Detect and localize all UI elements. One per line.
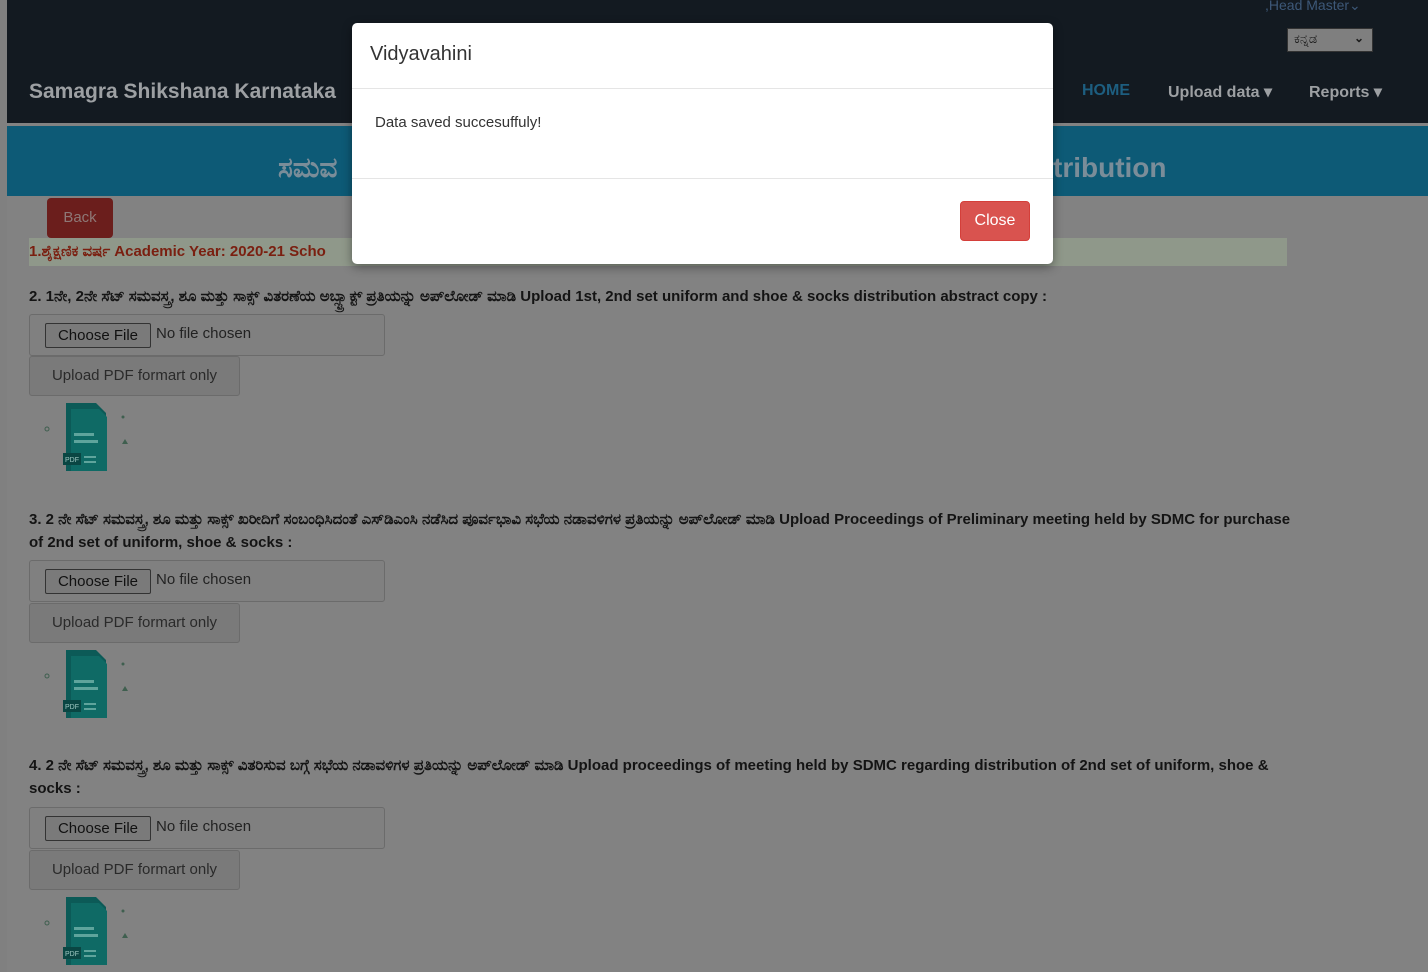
back-button[interactable]: Back	[47, 198, 113, 238]
pdf-document-icon: PDF	[44, 403, 128, 471]
modal-message: Data saved succesuffuly!	[375, 114, 542, 131]
svg-text:PDF: PDF	[65, 704, 79, 711]
success-modal: Vidyavahini Data saved succesuffuly! Clo…	[352, 23, 1053, 264]
close-button[interactable]: Close	[960, 201, 1030, 241]
nav-upload-data[interactable]: Upload data ▾	[1168, 82, 1309, 102]
banner-title-left: ಸಮವ	[278, 152, 338, 183]
upload-section-abstract: 2. 1ನೇ, 2ನೇ ಸೆಟ್ ಸಮವಸ್ತ್ರ, ಶೂ ಮತ್ತು ಸಾಕ್…	[29, 285, 1299, 471]
svg-text:PDF: PDF	[65, 457, 79, 464]
upload-pdf-button[interactable]: Upload PDF formart only	[29, 603, 240, 643]
modal-title: Vidyavahini	[370, 43, 472, 65]
modal-body: Data saved succesuffuly!	[352, 89, 1053, 179]
modal-footer: Close	[352, 179, 1053, 263]
choose-file-button[interactable]: Choose File	[45, 816, 151, 841]
file-input[interactable]: Choose File No file chosen	[29, 807, 385, 849]
pdf-document-icon: PDF	[44, 897, 128, 965]
file-status: No file chosen	[156, 325, 252, 342]
nav-home[interactable]: HOME	[1082, 82, 1168, 102]
brand-title[interactable]: Samagra Shikshana Karnataka	[29, 80, 336, 104]
upload-pdf-button[interactable]: Upload PDF formart only	[29, 850, 240, 890]
banner-title-right: tribution	[1053, 152, 1167, 183]
upload-section-preliminary-meeting: 3. 2 ನೇ ಸೆಟ್ ಸಮವಸ್ತ್ರ, ಶೂ ಮತ್ತು ಸಾಕ್ಸ್ ಖ…	[29, 508, 1299, 718]
modal-header: Vidyavahini	[352, 23, 1053, 89]
language-select[interactable]: ಕನ್ನಡ ⌄	[1287, 28, 1373, 52]
choose-file-button[interactable]: Choose File	[45, 569, 151, 594]
section-question: 2. 1ನೇ, 2ನೇ ಸೆಟ್ ಸಮವಸ್ತ್ರ, ಶೂ ಮತ್ತು ಸಾಕ್…	[29, 288, 1048, 305]
nav-reports[interactable]: Reports ▾	[1309, 82, 1382, 102]
upload-section-distribution-meeting: 4. 2 ನೇ ಸೆಟ್ ಸಮವಸ್ತ್ರ, ಶೂ ಮತ್ತು ಸಾಕ್ಸ್ ವ…	[29, 754, 1299, 965]
pdf-document-icon: PDF	[44, 650, 128, 718]
choose-file-button[interactable]: Choose File	[45, 323, 151, 348]
file-status: No file chosen	[156, 571, 252, 588]
file-input[interactable]: Choose File No file chosen	[29, 314, 385, 356]
upload-pdf-button[interactable]: Upload PDF formart only	[29, 356, 240, 396]
chevron-down-icon: ⌄	[1353, 31, 1364, 45]
file-input[interactable]: Choose File No file chosen	[29, 560, 385, 602]
file-status: No file chosen	[156, 818, 252, 835]
section-question: 4. 2 ನೇ ಸೆಟ್ ಸಮವಸ್ತ್ರ, ಶೂ ಮತ್ತು ಸಾಕ್ಸ್ ವ…	[29, 757, 1269, 797]
svg-text:PDF: PDF	[65, 951, 79, 958]
user-menu[interactable]: ,Head Master⌄	[1265, 0, 1361, 14]
section-question: 3. 2 ನೇ ಸೆಟ್ ಸಮವಸ್ತ್ರ, ಶೂ ಮತ್ತು ಸಾಕ್ಸ್ ಖ…	[29, 511, 1291, 551]
